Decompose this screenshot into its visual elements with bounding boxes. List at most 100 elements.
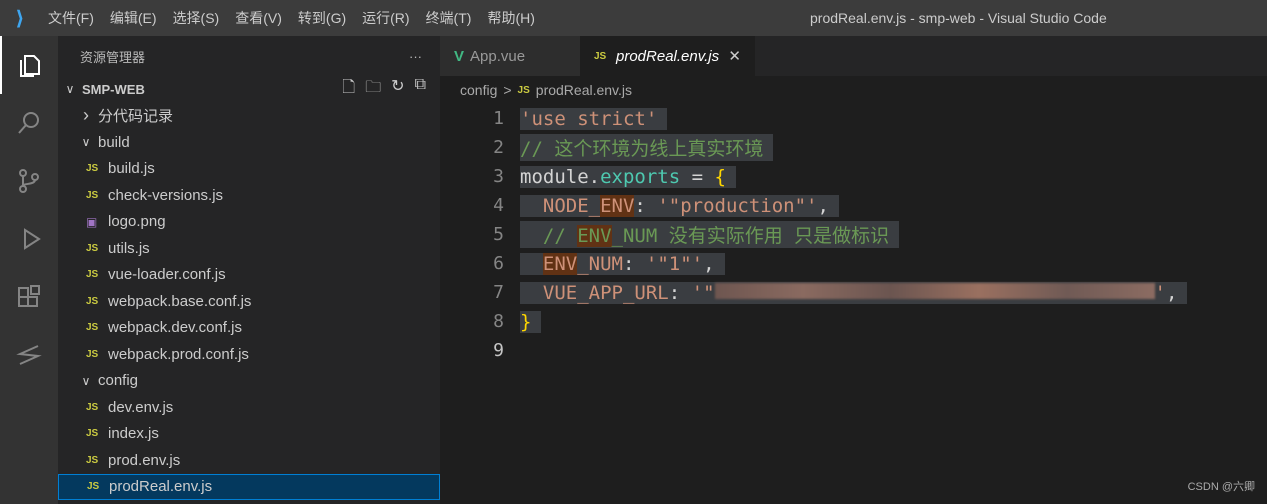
code-token: // 这个环境为线上真实环境 xyxy=(520,138,764,160)
new-folder-icon[interactable]: 🗀 xyxy=(365,76,381,103)
tab-label: prodReal.env.js xyxy=(616,47,720,65)
item-label: logo.png xyxy=(108,213,166,231)
file-item[interactable]: JS webpack.base.conf.js xyxy=(58,288,440,315)
file-item[interactable]: JS vue-loader.conf.js xyxy=(58,262,440,289)
image-file-icon: ▣ xyxy=(86,214,98,229)
workspace-root[interactable]: ∨ SMP-WEB 🗋 🗀 ↻ ⧉ xyxy=(58,76,440,103)
code-token: : xyxy=(668,281,692,304)
item-label: dev.env.js xyxy=(108,398,174,416)
file-item[interactable]: ▣ logo.png xyxy=(58,209,440,236)
code-token: _NUM xyxy=(577,252,623,275)
item-label: 分代码记录 xyxy=(98,108,174,126)
run-debug-icon[interactable] xyxy=(0,210,58,268)
breadcrumb-file[interactable]: prodReal.env.js xyxy=(536,82,632,98)
code-token: ENV xyxy=(600,194,635,217)
folder-item[interactable]: › 分代码记录 xyxy=(58,103,440,130)
code-token: '" xyxy=(691,281,715,304)
code-token: ' xyxy=(1154,281,1166,304)
menu-item[interactable]: 编辑(E) xyxy=(102,8,165,28)
item-label: webpack.base.conf.js xyxy=(108,292,252,310)
remote-icon[interactable] xyxy=(0,326,58,384)
collapse-all-icon[interactable]: ⧉ xyxy=(415,76,426,103)
item-label: prodReal.env.js xyxy=(109,478,213,496)
code-line: 1 'use strict' xyxy=(440,104,1267,133)
item-label: build.js xyxy=(108,160,155,178)
code-line: 4 NODE_ENV: '"production"', xyxy=(440,191,1267,220)
code-line: 7 VUE_APP_URL: '" ', xyxy=(440,278,1267,307)
line-number: 4 xyxy=(493,195,504,216)
js-file-icon: JS xyxy=(86,163,99,175)
item-label: check-versions.js xyxy=(108,186,224,204)
title-bar: ⟩ 文件(F) 编辑(E) 选择(S) 查看(V) 转到(G) 运行(R) 终端(T) 帮助(… xyxy=(0,0,1267,36)
js-file-icon: JS xyxy=(86,269,99,281)
folder-item[interactable]: ∨ config xyxy=(58,368,440,395)
code-token: _NUM 没有实际作用 只是做标识 xyxy=(611,225,890,247)
file-item[interactable]: JS check-versions.js xyxy=(58,182,440,209)
code-text: // ENV_NUM 没有实际作用 只是做标识 xyxy=(520,221,900,248)
file-item[interactable]: JS prodReal.env.js xyxy=(58,473,440,500)
code-token: { xyxy=(714,165,726,188)
item-label: webpack.dev.conf.js xyxy=(108,319,242,337)
code-token: : xyxy=(634,194,658,217)
js-file-icon: JS xyxy=(517,84,530,96)
more-actions-icon[interactable]: ··· xyxy=(409,49,422,64)
code-token: NODE_ xyxy=(542,194,601,217)
code-line: 2 // 这个环境为线上真实环境 xyxy=(440,133,1267,162)
vue-file-icon: V xyxy=(454,47,465,65)
code-token: ENV xyxy=(542,252,578,275)
chevron-down-icon: ∨ xyxy=(65,82,75,97)
file-item[interactable]: JS webpack.dev.conf.js xyxy=(58,315,440,342)
workspace-root-label: SMP-WEB xyxy=(82,81,145,97)
close-tab-icon[interactable]: ✕ xyxy=(728,47,741,65)
activity-bar xyxy=(0,36,58,504)
code-text: VUE_APP_URL: '" ', xyxy=(520,281,1188,304)
file-item[interactable]: JS index.js xyxy=(58,421,440,448)
explorer-icon[interactable] xyxy=(0,36,58,94)
refresh-icon[interactable]: ↻ xyxy=(391,76,404,103)
js-file-icon: JS xyxy=(86,454,99,466)
file-item[interactable]: JS prod.env.js xyxy=(58,447,440,474)
menu-item[interactable]: 转到(G) xyxy=(290,8,354,28)
menu-item[interactable]: 查看(V) xyxy=(227,8,290,28)
line-number: 8 xyxy=(493,311,504,332)
code-token: exports xyxy=(600,165,681,188)
code-editor[interactable]: 1 'use strict' 2 // 这个环境为线上真实环境 3 module.expo… xyxy=(440,104,1267,365)
code-token: ENV xyxy=(577,225,612,247)
code-token: '"1"' xyxy=(645,252,704,275)
item-label: utils.js xyxy=(108,239,150,257)
folder-item[interactable]: ∨ build xyxy=(58,129,440,156)
code-line: 6 ENV_NUM: '"1"', xyxy=(440,249,1267,278)
extensions-icon[interactable] xyxy=(0,268,58,326)
line-number: 2 xyxy=(493,137,504,158)
tab-app-vue[interactable]: V App.vue xyxy=(440,36,580,76)
file-item[interactable]: JS build.js xyxy=(58,156,440,183)
menu-item[interactable]: 终端(T) xyxy=(418,8,480,28)
js-file-icon: JS xyxy=(86,401,99,413)
breadcrumb-folder[interactable]: config xyxy=(460,82,497,98)
explorer-sidebar: 资源管理器 ··· ∨ SMP-WEB 🗋 🗀 ↻ ⧉ › 分代码记录 ∨ build J… xyxy=(58,36,440,504)
code-line: 5 // ENV_NUM 没有实际作用 只是做标识 xyxy=(440,220,1267,249)
file-item[interactable]: JS webpack.prod.conf.js xyxy=(58,341,440,368)
menu-item[interactable]: 运行(R) xyxy=(354,8,417,28)
code-text: NODE_ENV: '"production"', xyxy=(520,194,839,217)
js-file-icon: JS xyxy=(86,322,99,334)
code-text: } xyxy=(520,310,542,333)
watermark: CSDN @六卿 xyxy=(1187,481,1255,493)
tab-prodreal-env-js[interactable]: JS prodReal.env.js ✕ xyxy=(580,36,755,76)
js-file-icon: JS xyxy=(87,481,100,493)
code-token: module. xyxy=(520,165,601,188)
new-file-icon[interactable]: 🗋 xyxy=(342,76,355,103)
file-item[interactable]: JS dev.env.js xyxy=(58,394,440,421)
source-control-icon[interactable] xyxy=(0,152,58,210)
code-token: , xyxy=(703,252,715,275)
code-token: // xyxy=(542,225,578,247)
menu-item[interactable]: 文件(F) xyxy=(40,8,102,28)
search-icon[interactable] xyxy=(0,94,58,152)
menu-item[interactable]: 选择(S) xyxy=(165,8,228,28)
menu-item[interactable]: 帮助(H) xyxy=(479,8,542,28)
file-item[interactable]: JS utils.js xyxy=(58,235,440,262)
